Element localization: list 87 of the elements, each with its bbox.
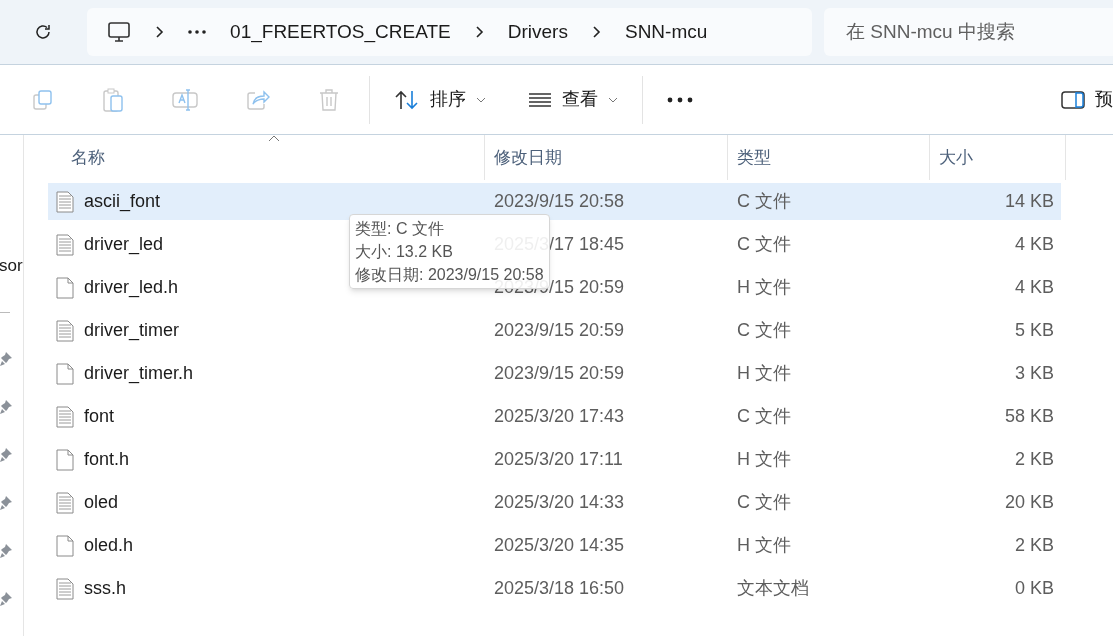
file-name[interactable]: driver_timer [84,317,180,344]
type-cell-text: H 文件 [736,448,792,471]
selected-file-row[interactable]: ascii_font 2023/9/15 20:58 C 文件 14 KB [48,183,1061,220]
size-cell-text: 4 KB [1013,233,1054,256]
search-field[interactable]: 在 SNN-mcu 中搜索 [824,8,1113,56]
column-header[interactable]: 名称 [71,144,105,171]
pin-icon[interactable] [0,542,13,559]
size-cell-text: 14 KB [1003,190,1054,213]
date-cell-text: 2025/3/20 17:11 [493,448,624,471]
tooltip-line: 类型: C 文件 [355,219,445,239]
date-cell-text: 2023/9/15 20:59 [493,362,626,385]
pin-icon[interactable] [0,446,13,463]
text-file-icon [56,233,74,256]
type-cell-text: C 文件 [736,491,792,514]
size-cell-text: 4 KB [1013,276,1054,299]
more-path-icon[interactable] [188,30,207,34]
paste-icon[interactable] [102,86,124,113]
file-name[interactable]: oled.h [84,532,134,559]
file-name[interactable]: ascii_font [84,188,161,215]
size-cell-text: 0 KB [1013,577,1054,600]
type-cell-text: C 文件 [736,233,792,256]
breadcrumb-item[interactable]: Drivers [507,17,568,47]
size-cell-text: 2 KB [1013,534,1054,557]
date-cell-text: 2025/3/20 14:33 [493,491,626,514]
sort-arrows-icon [394,88,420,111]
size-cell-text: 5 KB [1013,319,1054,342]
size-cell-text: 58 KB [1003,405,1054,428]
type-cell-text: H 文件 [736,362,792,385]
sort-ascending-icon [268,135,280,142]
breadcrumb-item[interactable]: 01_FREERTOS_CREATE [230,17,451,47]
chevron-icon [155,25,165,39]
view-button[interactable]: 查看 [528,86,618,113]
breadcrumb-bar[interactable]: 01_FREERTOS_CREATE Drivers SNN-mcu [87,8,812,56]
share-icon[interactable] [246,88,270,111]
date-cell-text: 2023/9/15 20:58 [493,190,626,213]
size-cell-text: 20 KB [1003,491,1054,514]
computer-icon [107,21,132,43]
date-cell-text: 2025/3/20 14:35 [493,534,626,557]
text-file-icon [56,190,74,213]
pin-icon[interactable] [0,398,13,415]
date-cell-text: 2025/3/20 17:43 [493,405,626,428]
file-name[interactable]: sss.h [84,575,126,602]
file-icon [56,276,74,299]
type-cell-text: H 文件 [736,534,792,557]
file-icon [56,448,74,471]
pin-icon[interactable] [0,590,13,607]
text-file-icon [56,405,74,428]
pin-icon[interactable] [0,494,13,511]
type-cell-text: H 文件 [736,276,792,299]
date-cell-text: 2025/3/18 16:50 [493,577,626,600]
file-icon [56,362,74,385]
file-name[interactable]: driver_timer.h [84,360,194,387]
nav-item-label[interactable]: sor [0,253,23,279]
type-cell-text: C 文件 [736,405,792,428]
date-cell-text: 2023/9/15 20:59 [493,319,626,342]
file-icon [56,534,74,557]
column-header[interactable]: 大小 [939,144,973,171]
chevron-icon [474,25,484,39]
sort-button[interactable]: 排序 [394,86,486,113]
type-cell-text: C 文件 [736,190,792,213]
copy-icon[interactable] [32,88,54,111]
file-name[interactable]: font.h [84,446,130,473]
type-cell-text: C 文件 [736,319,792,342]
caret-icon [476,96,486,103]
rename-icon[interactable] [172,87,198,112]
file-name[interactable]: oled [84,489,119,516]
delete-icon[interactable] [318,87,340,112]
file-name[interactable]: driver_led [84,231,164,258]
text-file-icon [56,319,74,342]
more-icon [667,96,693,103]
chevron-icon [591,25,601,39]
caret-icon [608,96,618,103]
file-name[interactable]: font [84,403,115,430]
column-header[interactable]: 类型 [737,144,771,171]
list-view-icon [528,91,552,108]
text-file-icon [56,577,74,600]
column-header[interactable]: 修改日期 [494,144,562,171]
text-file-icon [56,491,74,514]
size-cell-text: 3 KB [1013,362,1054,385]
tooltip-line: 修改日期: 2023/9/15 20:58 [355,265,544,283]
size-cell-text: 2 KB [1013,448,1054,471]
pin-icon[interactable] [0,350,13,367]
file-name[interactable]: driver_led.h [84,274,179,301]
preview-pane-icon [1061,90,1085,109]
type-cell-text: 文本文档 [736,577,810,600]
preview-pane-button[interactable]: 预 [1061,86,1113,113]
breadcrumb-item[interactable]: SNN-mcu [624,17,708,47]
